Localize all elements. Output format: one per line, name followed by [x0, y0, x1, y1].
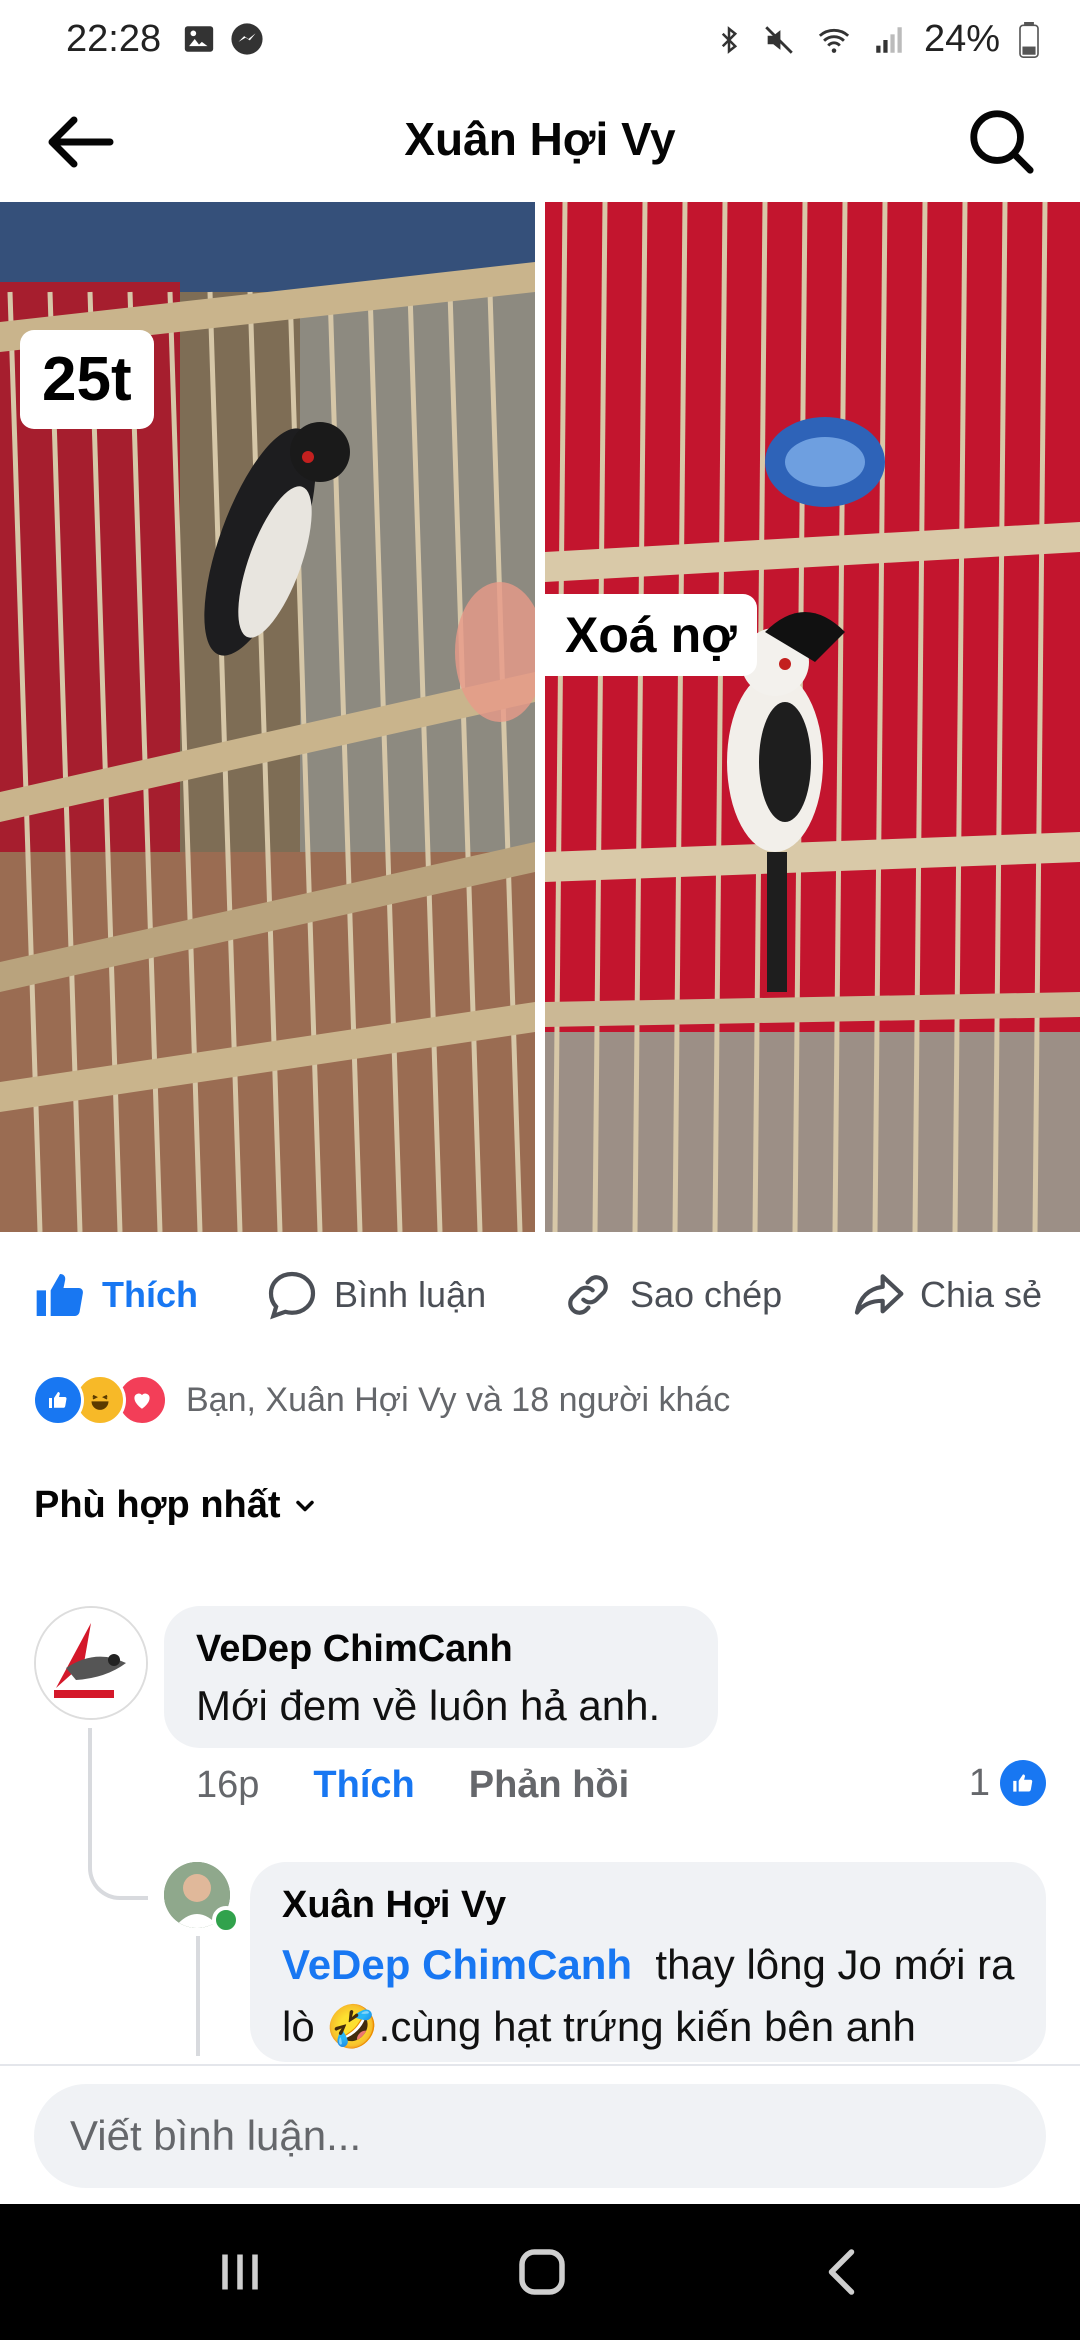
photo-tag-caption: Xoá nợ	[545, 594, 757, 676]
home-icon[interactable]	[512, 2242, 572, 2302]
page-title: Xuân Hợi Vy	[404, 113, 676, 165]
comment-composer-bar	[0, 2064, 1080, 2206]
battery-percent: 24%	[923, 18, 1000, 60]
reactions-summary[interactable]: Bạn, Xuân Hợi Vy và 18 người khác	[32, 1372, 730, 1428]
comment-reply-button[interactable]: Phản hồi	[469, 1764, 629, 1807]
status-bar: 22:28 24%	[0, 0, 1080, 84]
wifi-icon	[818, 28, 850, 53]
like-badge-icon	[1000, 1760, 1046, 1806]
comment-bubble[interactable]: VeDep ChimCanh Mới đem về luôn hả anh.	[164, 1606, 718, 1748]
post-photos: 25t Xoá nợ	[0, 202, 1080, 1232]
reply-text-part2: .cùng hạt trứng kiến bên anh	[378, 2003, 916, 2050]
like-button[interactable]: Thích	[32, 1240, 198, 1350]
reply-text: VeDep ChimCanh thay lông Jo mới ra lò 🤣.…	[282, 1934, 1022, 2058]
share-button-label: Chia sẻ	[920, 1274, 1043, 1315]
comment-like-count[interactable]: 1	[969, 1760, 1046, 1806]
photo-tag-price: 25t	[20, 330, 154, 429]
system-nav-bar	[0, 2204, 1080, 2340]
chevron-down-icon	[295, 1500, 314, 1511]
top-app-bar: Xuân Hợi Vy	[0, 84, 1080, 202]
sort-label: Phù hợp nhất	[34, 1484, 281, 1526]
bird-cage-photo-right	[545, 202, 1080, 1232]
status-time: 22:28	[66, 18, 162, 60]
comment-button-label: Bình luận	[334, 1274, 487, 1315]
copy-button-label: Sao chép	[630, 1274, 783, 1315]
photo-right[interactable]: Xoá nợ	[545, 202, 1080, 1232]
photo-left[interactable]: 25t	[0, 202, 535, 1232]
comment-meta: 16p Thích Phản hồi	[196, 1764, 629, 1807]
avatar[interactable]	[34, 1606, 148, 1720]
image-icon	[184, 26, 214, 52]
status-right: 24%	[714, 18, 1040, 61]
recent-apps-icon[interactable]	[210, 2242, 270, 2302]
back-nav-icon[interactable]	[814, 2242, 874, 2302]
comment-time: 16p	[196, 1764, 260, 1806]
thumbs-up-icon	[36, 1274, 83, 1316]
vedep-logo-avatar	[36, 1608, 146, 1718]
comment-composer[interactable]	[34, 2084, 1046, 2188]
share-arrow-icon	[854, 1274, 904, 1315]
signal-icon	[876, 26, 902, 53]
like-count-value: 1	[968, 1761, 990, 1804]
like-button-label: Thích	[102, 1274, 198, 1315]
online-status-dot	[212, 1906, 240, 1934]
comment-button[interactable]: Bình luận	[264, 1240, 486, 1350]
thread-connector	[88, 1728, 148, 1900]
comment-sort-dropdown[interactable]: Phù hợp nhất	[34, 1484, 319, 1527]
copy-link-button[interactable]: Sao chép	[560, 1240, 782, 1350]
reply-author[interactable]: Xuân Hợi Vy	[282, 1884, 506, 1927]
mention-link[interactable]: VeDep ChimCanh	[282, 1941, 632, 1988]
bluetooth-icon	[721, 25, 738, 54]
reactions-text: Bạn, Xuân Hợi Vy và 18 người khác	[186, 1380, 731, 1419]
comment-text: Mới đem về luôn hả anh.	[196, 1682, 661, 1729]
mute-icon	[765, 25, 793, 54]
battery-icon	[1019, 21, 1039, 58]
messenger-icon	[231, 23, 263, 55]
search-icon[interactable]	[966, 106, 1036, 176]
comment-author[interactable]: VeDep ChimCanh	[196, 1628, 513, 1671]
laughing-emoji-icon: 🤣	[326, 2003, 379, 2050]
reply-bubble[interactable]: Xuân Hợi Vy VeDep ChimCanh thay lông Jo …	[250, 1862, 1046, 2062]
reply-thread-line	[196, 1936, 200, 2056]
link-icon	[568, 1275, 608, 1315]
post-action-bar: Thích Bình luận Sao chép Chia sẻ	[0, 1240, 1080, 1350]
share-button[interactable]: Chia sẻ	[850, 1240, 1042, 1350]
comment-input[interactable]	[34, 2084, 1046, 2188]
comment-like-button[interactable]: Thích	[313, 1764, 414, 1807]
comment-icon	[268, 1271, 316, 1320]
like-reaction-icon	[32, 1374, 84, 1426]
